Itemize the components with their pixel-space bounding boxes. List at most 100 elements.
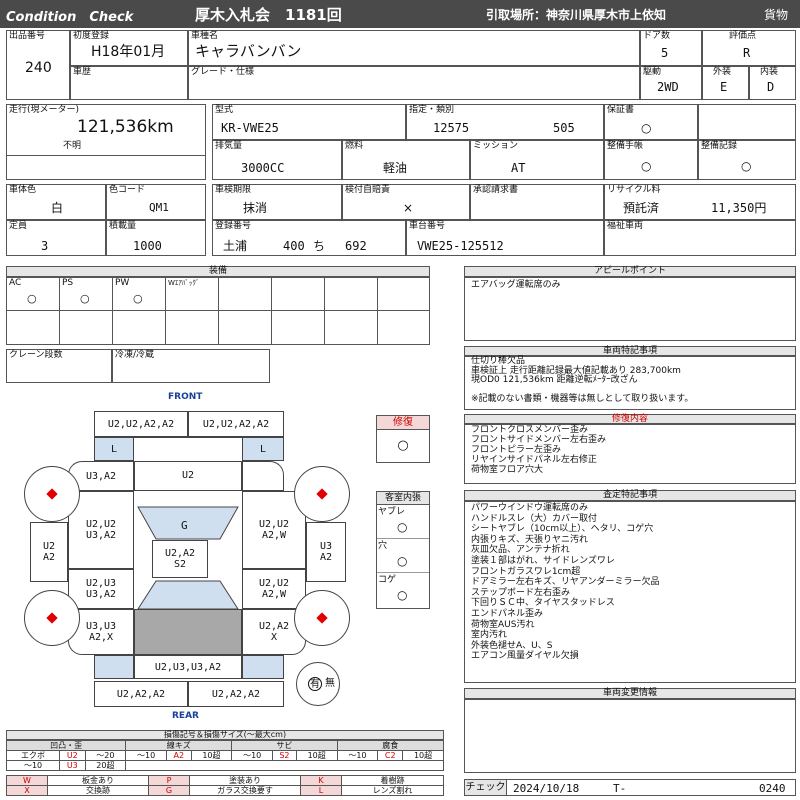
rear-label: REAR <box>172 711 199 721</box>
damage-hood: U2 <box>134 461 242 491</box>
record-label: 整備記録 <box>701 141 738 151</box>
note-line: シートヤブレ（10cm以上）、ヘタリ、コゲ穴 <box>471 524 654 535</box>
interior-divider-1 <box>377 538 429 539</box>
color-code-cell: 色コード QM1 <box>106 184 206 220</box>
damage-rear-left: U2,A2,A2 <box>94 681 188 707</box>
equip-blank-1 <box>218 277 272 311</box>
plate-class: 400 <box>283 239 305 253</box>
spare-mark: 有 <box>308 677 322 691</box>
damage-windshield: G <box>181 519 188 532</box>
legend-cell: 10超 <box>402 750 444 761</box>
legend-code: A2 <box>166 750 192 761</box>
damage-front-left: U2,U2,A2,A2 <box>94 411 188 437</box>
equip-airbag: Wｴｱﾊﾞｯｸﾞ <box>165 277 219 311</box>
equipment-title: 装備 <box>6 266 430 277</box>
mileage-note: 不明 <box>63 141 82 151</box>
history-label: 車歴 <box>73 67 92 77</box>
appeal-text: エアバッグ運転席のみ <box>471 280 561 290</box>
drive-label: 駆動 <box>643 67 662 77</box>
color-label: 車体色 <box>9 185 37 195</box>
freezer-label: 冷凍/冷蔵 <box>115 350 155 360</box>
mileage-divider <box>7 155 205 156</box>
equip-ps-label: PS <box>62 278 74 288</box>
designation: 12575 <box>433 121 470 135</box>
note-line: エアコン風量ダイヤル欠損 <box>471 651 579 662</box>
special-line: 現OD0 121,536km 距離逆転ﾒｰﾀｰ改ざん <box>471 375 638 385</box>
equipment-grid: AC ○ PS ○ PW ○ Wｴｱﾊﾞｯｸﾞ <box>6 277 430 345</box>
damage-front-right: U2,U2,A2,A2 <box>188 411 284 437</box>
score-label: 評価点 <box>729 31 757 41</box>
legend-cell: ～10 <box>5 760 61 771</box>
equip-blank-7 <box>112 310 166 345</box>
note-line: 内張りキズ、天張りヤニ汚れ <box>471 534 589 545</box>
first-reg-label: 初度登録 <box>73 31 110 41</box>
record: ○ <box>741 159 752 173</box>
lot-number: 240 <box>25 60 52 76</box>
legend-code: P <box>148 775 190 786</box>
car-name-label: 車種名 <box>191 31 219 41</box>
repair-title: 修復内容 <box>464 414 796 424</box>
chassis-label: 車台番号 <box>409 221 446 231</box>
inspection: 抹消 <box>243 201 268 215</box>
note-line: フロントガラスワレ1cm超 <box>471 566 581 577</box>
equip-pw-label: PW <box>115 278 130 288</box>
header-bar: Condition Check 厚木入札会 1181回 引取場所：神奈川県厚木市… <box>0 0 800 28</box>
special-title: 車両特記事項 <box>464 346 796 356</box>
inspection-cell: 車検期限 抹消 <box>212 184 342 220</box>
repair-line: フロントクロスメンバー歪み <box>471 425 589 435</box>
first-reg: H18年01月 <box>91 44 166 60</box>
equip-airbag-label: Wｴｱﾊﾞｯｸﾞ <box>168 279 200 287</box>
manual-cell: 整備手帳 ○ <box>604 140 698 180</box>
category: 505 <box>553 121 575 135</box>
equip-ps-mark: ○ <box>80 292 90 305</box>
fuel: 軽油 <box>383 161 408 175</box>
header-title: Condition Check <box>6 10 134 25</box>
legend-code: K <box>300 775 342 786</box>
repair-indicator-mark: ○ <box>397 438 409 453</box>
recycle-label: リサイクル料 <box>607 185 661 195</box>
interior: D <box>767 80 775 94</box>
equip-blank-11 <box>324 310 378 345</box>
load: 1000 <box>133 239 162 253</box>
auction-title: 厚木入札会 1181回 <box>195 6 342 24</box>
blank-cell-1 <box>698 104 796 140</box>
freezer-cell: 冷凍/冷蔵 <box>112 349 270 383</box>
record-cell: 整備記録 ○ <box>698 140 796 180</box>
equip-pw-mark: ○ <box>133 292 143 305</box>
burn-label: コゲ <box>378 575 397 585</box>
legend-desc: 塗装あり <box>189 775 301 786</box>
displacement-label: 排気量 <box>215 141 243 151</box>
note-line: ドアミラー左右キズ、リヤアンダーミラー欠品 <box>471 577 660 588</box>
recycle-status: 預託済 <box>623 201 660 215</box>
capacity-label: 定員 <box>9 221 28 231</box>
plate-number: 692 <box>345 239 367 253</box>
equip-ps: PS ○ <box>59 277 113 311</box>
legend-desc: 交換跡 <box>47 785 149 796</box>
interior-cell: 内装 D <box>749 66 796 100</box>
legend-size-table: 凹凸・歪 線キズ サビ 腐食 エクボ U2 ～20 ～10 A2 10超 ～10… <box>5 740 445 771</box>
legend-group: 腐食 <box>336 740 445 751</box>
damage-front-fender-right <box>242 461 284 491</box>
car-name-cell: 車種名 キャラバンバン <box>188 30 640 66</box>
history-cell: 車歴 <box>70 66 188 100</box>
tear-mark: ○ <box>397 520 408 534</box>
chassis: VWE25-125512 <box>417 239 504 253</box>
capacity: 3 <box>41 239 49 253</box>
interior-panel-title: 客室内張 <box>377 492 429 505</box>
hole-label: 穴 <box>378 541 388 551</box>
grade-cell: グレード・仕様 <box>188 66 640 100</box>
legend-cell: 10超 <box>295 750 338 761</box>
check-t: T- <box>613 782 627 795</box>
repair-indicator-label: 修復 <box>377 416 429 430</box>
damage-roof: U2,A2 S2 <box>152 540 208 578</box>
damage-side-right: U3 A2 <box>306 522 346 582</box>
notes-title: 査定特記事項 <box>464 490 796 501</box>
note-line: 室内汚れ <box>471 630 508 641</box>
mission-label: ミッション <box>473 141 519 151</box>
taillight-left <box>94 655 134 679</box>
color-cell: 車体色 白 <box>6 184 106 220</box>
legend-code: C2 <box>377 750 404 761</box>
lot-label: 出品番号 <box>9 31 46 41</box>
legend-desc: ガラス交換要す <box>189 785 301 796</box>
note-line: 下回りＳＣ中、タイヤスタッドレス <box>471 598 615 609</box>
